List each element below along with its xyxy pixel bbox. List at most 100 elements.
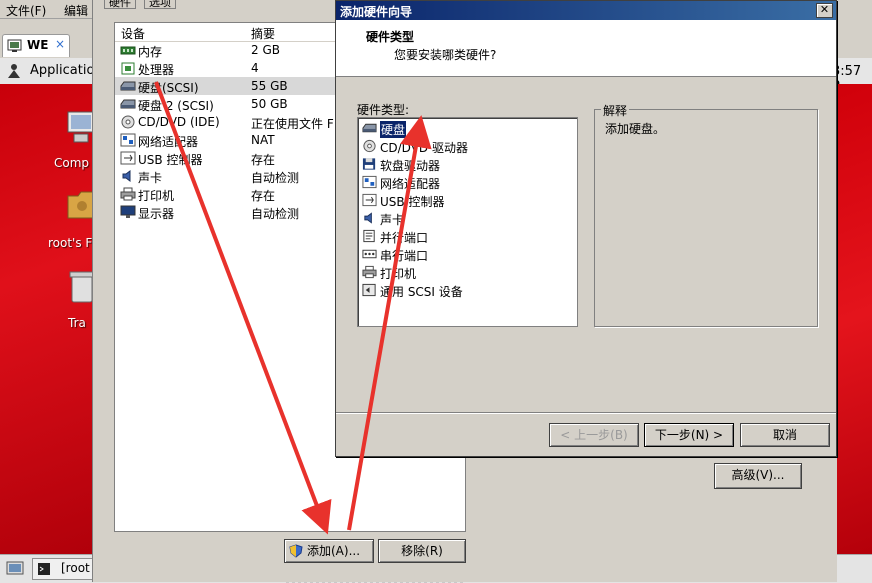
- floppy-icon: [362, 158, 376, 170]
- scsi-icon: [362, 283, 376, 297]
- usb-icon: [120, 151, 136, 165]
- add-hardware-button[interactable]: 添加(A)...: [284, 539, 374, 563]
- hardware-type-item[interactable]: 通用 SCSI 设备: [362, 281, 562, 299]
- wizard-header: 硬件类型 您要安装哪类硬件?: [336, 20, 836, 77]
- printer-icon: [120, 187, 136, 201]
- cpu-icon: [121, 62, 135, 75]
- network-icon: [120, 133, 136, 147]
- add-hardware-wizard: 添加硬件向导 ✕ 硬件类型 您要安装哪类硬件? 硬件类型: 硬盘 CD/DVD 驱…: [335, 0, 837, 457]
- network-icon: [362, 175, 377, 189]
- advanced-button[interactable]: 高级(V)...: [714, 463, 802, 489]
- guest-desktop: Comp root's F Tra: [0, 84, 100, 554]
- applications-menu-icon: [8, 64, 20, 78]
- tab-options[interactable]: 选项: [144, 0, 176, 9]
- cancel-button[interactable]: 取消: [740, 423, 830, 447]
- shield-icon: [289, 544, 303, 558]
- hardware-type-item[interactable]: 硬盘: [362, 119, 562, 138]
- hardware-type-item[interactable]: 并行端口: [362, 227, 562, 245]
- hardware-type-label: 打印机: [380, 267, 417, 281]
- guest-top-panel-right: 3:57 P: [832, 58, 872, 94]
- device-summary: 2 GB: [251, 43, 280, 57]
- computer-label: Comp: [54, 156, 90, 170]
- device-summary: 自动检测: [251, 171, 300, 185]
- settings-tabs: 硬件 选项: [104, 0, 194, 10]
- taskbar-item[interactable]: [root: [32, 558, 96, 580]
- vm-icon: [7, 39, 22, 52]
- wizard-separator: [336, 412, 836, 414]
- device-summary: 自动检测: [251, 207, 300, 221]
- device-name: 内存: [138, 45, 163, 59]
- add-hardware-label: 添加(A)...: [307, 544, 361, 558]
- guest-desktop-right: [832, 84, 872, 554]
- device-name: 硬盘(SCSI): [138, 81, 199, 95]
- host-tab-label: WE: [27, 38, 49, 52]
- column-device[interactable]: 设备: [121, 25, 145, 42]
- hardware-type-item[interactable]: 网络适配器: [362, 173, 562, 191]
- hardware-type-label: 通用 SCSI 设备: [380, 285, 463, 299]
- device-name: USB 控制器: [138, 153, 203, 167]
- sound-icon: [364, 212, 372, 224]
- menu-file[interactable]: 文件(F): [6, 2, 46, 19]
- device-summary: 存在: [251, 153, 276, 167]
- hardware-type-list: 硬盘 CD/DVD 驱动器 软盘驱动器网络适配器 USB 控制器 声卡并行端口串行端口打…: [357, 117, 578, 327]
- device-summary: 55 GB: [251, 79, 288, 93]
- wizard-title: 添加硬件向导: [340, 5, 413, 19]
- hardware-type-label: USB 控制器: [380, 195, 445, 209]
- device-name: 声卡: [138, 171, 163, 185]
- hardware-type-item[interactable]: 软盘驱动器: [362, 155, 562, 173]
- harddisk-icon: [120, 99, 136, 109]
- printer-icon: [362, 265, 377, 279]
- memory-icon: [120, 46, 136, 55]
- hardware-type-item[interactable]: 串行端口: [362, 245, 562, 263]
- trash-label: Tra: [68, 316, 86, 330]
- usb-icon: [362, 193, 377, 207]
- cdrom-icon: [121, 115, 135, 129]
- taskbar-item-label: [root: [61, 561, 90, 575]
- terminal-icon: [38, 563, 50, 575]
- explanation-label: 解释: [601, 102, 630, 119]
- close-icon[interactable]: ✕: [816, 3, 833, 18]
- hardware-type-label: 网络适配器: [380, 177, 441, 191]
- display-icon: [120, 205, 136, 218]
- remove-hardware-button[interactable]: 移除(R): [378, 539, 466, 563]
- device-summary: 4: [251, 61, 259, 75]
- home-folder-label: root's F: [48, 236, 93, 250]
- hardware-type-item[interactable]: 打印机: [362, 263, 562, 281]
- hardware-type-label: 串行端口: [380, 249, 429, 263]
- column-summary[interactable]: 摘要: [251, 25, 275, 42]
- next-button[interactable]: 下一步(N) >: [644, 423, 734, 447]
- sound-icon: [122, 170, 131, 182]
- wizard-heading: 硬件类型: [366, 30, 415, 44]
- device-summary: 50 GB: [251, 97, 288, 111]
- host-tab-close-icon[interactable]: ×: [55, 37, 65, 51]
- device-name: 处理器: [138, 63, 175, 77]
- device-name: 硬盘 2 (SCSI): [138, 99, 214, 113]
- tab-hardware[interactable]: 硬件: [104, 0, 136, 9]
- hardware-type-label: 并行端口: [380, 231, 429, 245]
- device-name: 显示器: [138, 207, 175, 221]
- explanation-group: 解释 添加硬盘。: [594, 102, 818, 327]
- show-desktop-icon[interactable]: [6, 561, 24, 577]
- hardware-type-label: 声卡: [380, 213, 405, 227]
- cdrom-icon: [363, 139, 376, 153]
- device-summary: 正在使用文件 F: [251, 117, 334, 131]
- menu-edit[interactable]: 编辑: [64, 2, 88, 19]
- guest-top-panel: Applicatio: [0, 58, 100, 85]
- hardware-type-label: 硬件类型:: [357, 103, 410, 117]
- harddisk-icon: [362, 123, 377, 133]
- hardware-type-item[interactable]: 声卡: [362, 209, 562, 227]
- parallel-port-icon: [363, 229, 375, 243]
- hardware-type-label: CD/DVD 驱动器: [380, 141, 468, 155]
- explanation-text: 添加硬盘。: [605, 122, 666, 136]
- host-menubar: 文件(F) 编辑: [0, 0, 100, 19]
- host-tab-we[interactable]: WE ×: [2, 34, 70, 57]
- device-summary: 存在: [251, 189, 276, 203]
- back-button[interactable]: < 上一步(B): [549, 423, 639, 447]
- wizard-title-bar: 添加硬件向导 ✕: [336, 1, 836, 20]
- hardware-type-item[interactable]: USB 控制器: [362, 191, 562, 209]
- serial-port-icon: [362, 249, 377, 259]
- harddisk-icon: [120, 81, 136, 91]
- applications-menu[interactable]: Applicatio: [30, 63, 94, 78]
- device-name: 打印机: [138, 189, 175, 203]
- hardware-type-item[interactable]: CD/DVD 驱动器: [362, 137, 562, 155]
